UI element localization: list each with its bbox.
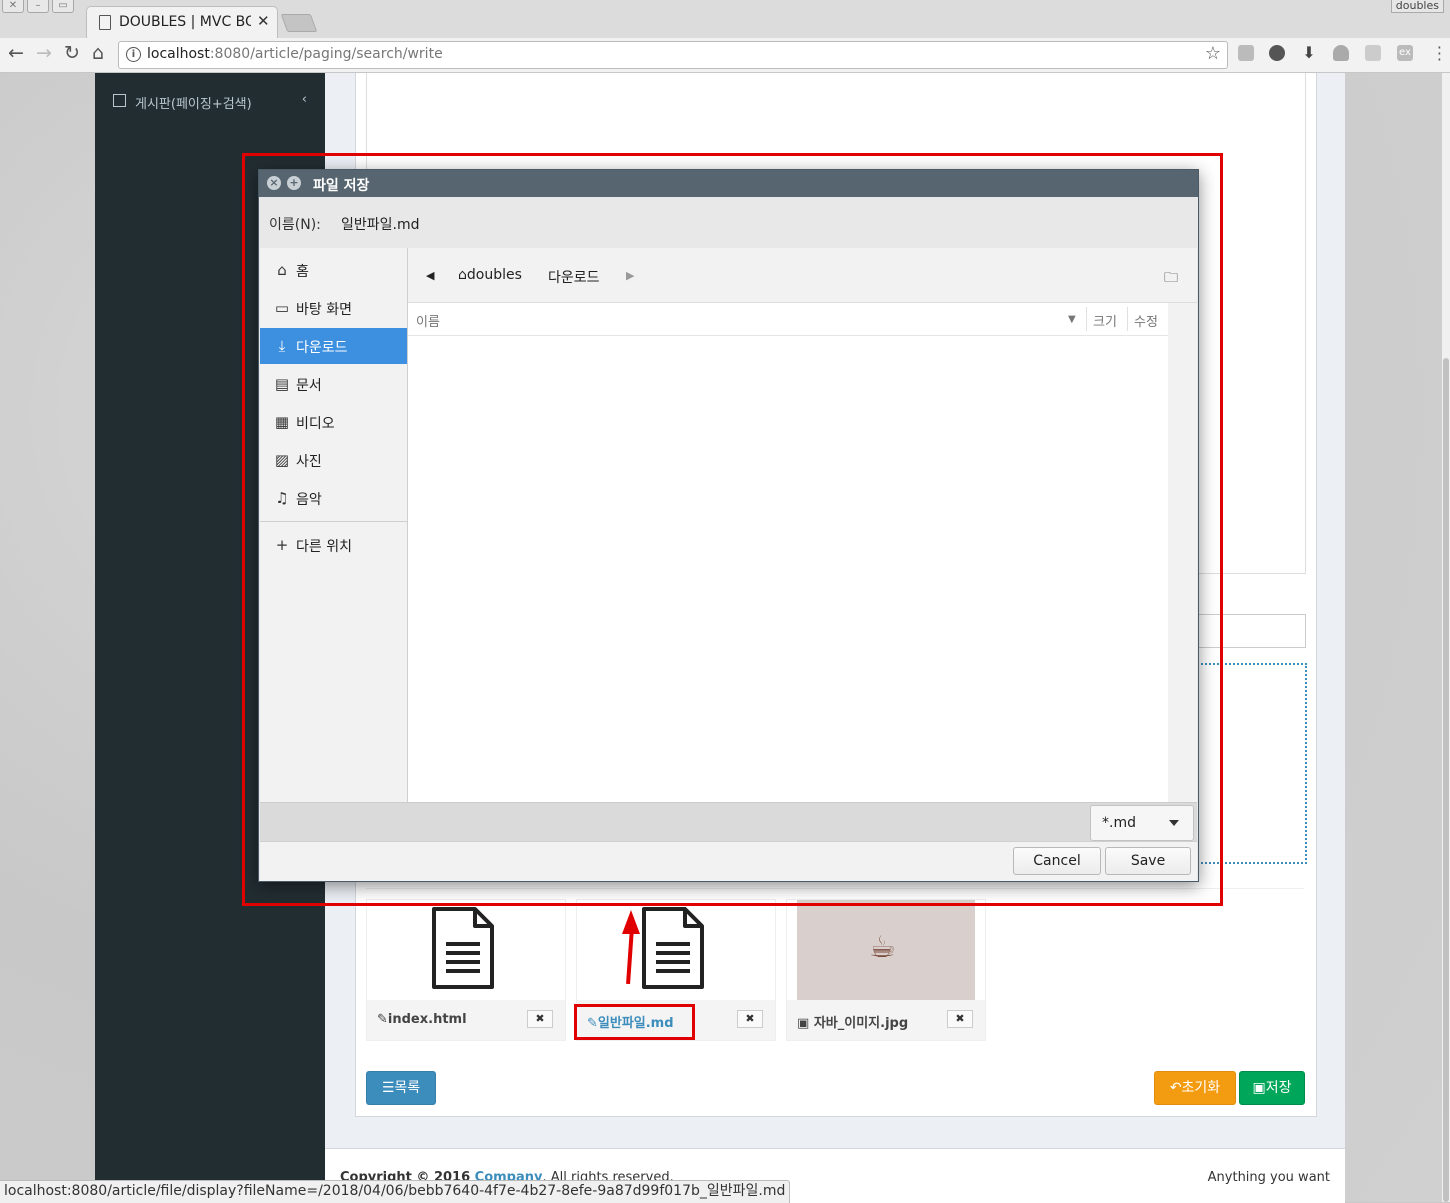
browser-tab-bar: ✕ – ▭ DOUBLES | MVC BOARD ✕ doubles (0, 0, 1450, 39)
reload-icon[interactable]: ↻ (64, 42, 80, 64)
document-icon (432, 907, 494, 989)
download-extension-icon[interactable]: ⬇ (1301, 45, 1317, 61)
browser-toolbar: ← → ↻ ⌂ i localhost:8080/article/paging/… (0, 38, 1450, 73)
delete-attachment-button[interactable]: ✖ (947, 1010, 973, 1028)
reset-button[interactable]: ↶초기화 (1154, 1071, 1236, 1105)
forward-arrow-icon[interactable]: → (36, 42, 52, 64)
browser-tab[interactable]: DOUBLES | MVC BOARD ✕ (86, 6, 278, 39)
window-maximize-button[interactable]: ▭ (52, 0, 74, 13)
attachment-item: ☕ ▣ 자바_이미지.jpg ✖ (786, 899, 986, 1041)
info-icon[interactable]: i (126, 47, 141, 62)
list-icon: ☰ (381, 1080, 395, 1096)
status-bar-url: localhost:8080/article/file/display?file… (0, 1180, 791, 1203)
attachment-info: ▣ 자바_이미지.jpg ✖ (787, 1000, 985, 1040)
chevron-left-icon: ‹ (301, 92, 307, 107)
window-controls: ✕ – ▭ (2, 0, 74, 13)
annotation-dialog-highlight (242, 153, 1223, 906)
tab-title: DOUBLES | MVC BOARD (119, 14, 251, 30)
window-minimize-button[interactable]: – (27, 0, 49, 13)
sidebar-item-board[interactable]: 게시판(페이징+검색) ‹ (95, 87, 325, 117)
floppy-icon: ▣ (1252, 1080, 1266, 1096)
address-url[interactable]: localhost:8080/article/paging/search/wri… (147, 46, 443, 62)
extension-sync-icon[interactable] (1269, 45, 1285, 61)
back-arrow-icon[interactable]: ← (8, 42, 24, 64)
scrollbar-thumb[interactable] (1443, 358, 1449, 1202)
annotation-arrow-head (622, 910, 640, 934)
tab-close-icon[interactable]: ✕ (257, 12, 270, 30)
attachment-item: ✎index.html ✖ (366, 899, 566, 1041)
delete-attachment-button[interactable]: ✖ (737, 1010, 763, 1028)
extension-ex-icon[interactable]: ex (1397, 45, 1413, 61)
browser-menu-icon[interactable]: · · · (1437, 40, 1442, 68)
java-logo-icon: ☕ (869, 930, 896, 965)
extension-person-icon[interactable] (1333, 45, 1349, 61)
extension-cast-icon[interactable] (1238, 45, 1254, 61)
save-button[interactable]: ▣저장 (1239, 1071, 1305, 1105)
camera-icon: ▣ (797, 1016, 810, 1031)
window-close-button[interactable]: ✕ (2, 0, 24, 13)
footer-right-text: Anything you want (1207, 1170, 1330, 1185)
attachment-thumbnail[interactable] (367, 900, 565, 1000)
edit-icon (113, 94, 126, 107)
extension-shield-icon[interactable] (1365, 45, 1381, 61)
bookmark-star-icon[interactable]: ☆ (1205, 43, 1221, 64)
attachment-thumbnail[interactable] (577, 900, 775, 1000)
page-scrollbar[interactable] (1442, 73, 1450, 1202)
new-tab-button[interactable] (280, 14, 318, 32)
document-icon (642, 907, 704, 989)
profile-name[interactable]: doubles (1390, 0, 1444, 13)
attachment-name-link[interactable]: ▣ 자바_이미지.jpg (797, 1012, 908, 1031)
list-button[interactable]: ☰목록 (366, 1071, 436, 1105)
attachment-name-link[interactable]: ✎index.html (377, 1012, 467, 1027)
attachment-info: ✎index.html ✖ (367, 1000, 565, 1040)
home-icon[interactable]: ⌂ (92, 42, 104, 64)
attachment-image-thumbnail[interactable]: ☕ (797, 900, 975, 1000)
paperclip-icon: ✎ (377, 1012, 388, 1027)
address-bar[interactable]: i localhost:8080/article/paging/search/w… (118, 41, 1228, 69)
delete-attachment-button[interactable]: ✖ (527, 1010, 553, 1028)
annotation-file-highlight (574, 1004, 695, 1040)
sidebar-item-label: 게시판(페이징+검색) (135, 97, 252, 112)
page-icon (99, 15, 111, 30)
reply-icon: ↶ (1169, 1080, 1182, 1096)
attachment-list: ✎index.html ✖ ✎일반파일.md ✖ ☕ ▣ 자바_이미지.jpg … (366, 888, 1304, 1049)
